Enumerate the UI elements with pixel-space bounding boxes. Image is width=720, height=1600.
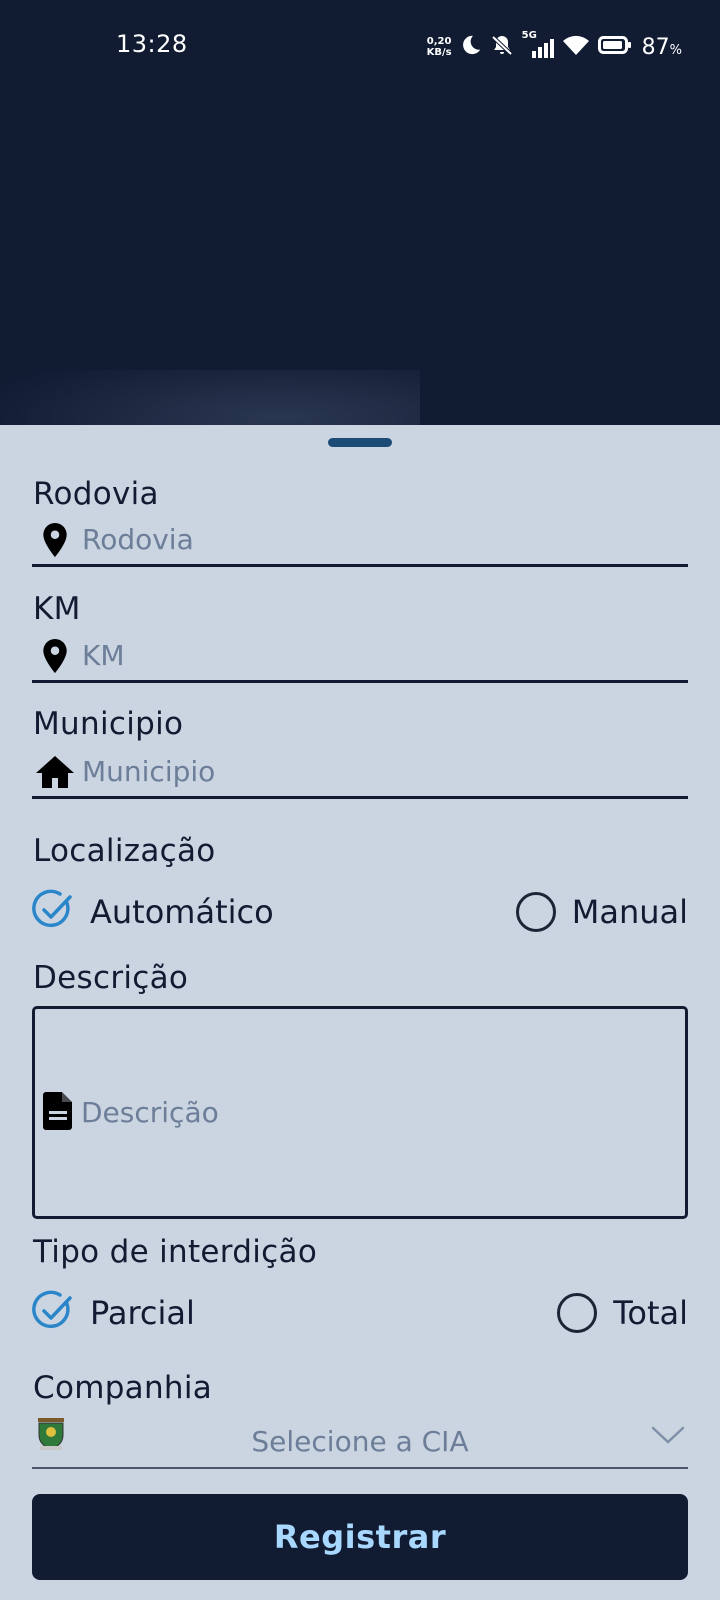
descricao-field bbox=[32, 1006, 688, 1219]
localizacao-label: Localização bbox=[33, 833, 216, 869]
background-decoration bbox=[0, 370, 420, 425]
signal-icon: 5G bbox=[522, 30, 554, 58]
network-type: 5G bbox=[521, 30, 537, 41]
check-circle-icon bbox=[32, 1290, 74, 1336]
rodovia-input[interactable] bbox=[82, 517, 662, 562]
localizacao-options: Automático Manual bbox=[32, 888, 688, 936]
battery-icon bbox=[597, 35, 632, 59]
home-icon bbox=[34, 754, 76, 790]
check-circle-icon bbox=[32, 889, 74, 935]
battery-level: 87% bbox=[642, 35, 682, 60]
battery-unit: % bbox=[669, 42, 682, 58]
drag-handle[interactable] bbox=[328, 438, 392, 447]
municipio-label: Municipio bbox=[33, 706, 184, 742]
companhia-label: Companhia bbox=[33, 1370, 213, 1406]
rodovia-label: Rodovia bbox=[33, 476, 159, 512]
network-speed-unit: KB/s bbox=[426, 47, 452, 58]
municipio-field bbox=[32, 747, 688, 799]
radio-label: Manual bbox=[571, 893, 688, 931]
register-button[interactable]: Registrar bbox=[32, 1494, 688, 1580]
location-pin-icon bbox=[34, 522, 76, 558]
radio-circle-icon bbox=[515, 892, 556, 932]
localizacao-option-automatico[interactable]: Automático bbox=[32, 888, 274, 936]
status-time: 13:28 bbox=[116, 30, 188, 58]
radio-label: Parcial bbox=[90, 1294, 195, 1332]
tipo-interdicao-option-parcial[interactable]: Parcial bbox=[32, 1289, 195, 1337]
localizacao-option-manual[interactable]: Manual bbox=[515, 888, 688, 936]
chevron-down-icon bbox=[650, 1423, 686, 1451]
tipo-interdicao-label: Tipo de interdição bbox=[33, 1234, 318, 1270]
bell-off-icon bbox=[490, 33, 514, 61]
tipo-interdicao-options: Parcial Total bbox=[32, 1289, 688, 1337]
location-pin-icon bbox=[34, 638, 76, 674]
companhia-select[interactable]: Selecione a CIA bbox=[32, 1418, 688, 1469]
network-speed: 0,20 KB/s bbox=[427, 36, 452, 58]
wifi-icon bbox=[562, 33, 590, 61]
rodovia-field bbox=[32, 515, 688, 567]
network-speed-value: 0,20 bbox=[426, 36, 452, 47]
descricao-label: Descrição bbox=[33, 960, 189, 996]
bottom-sheet: Rodovia KM Municipio Localização Automát… bbox=[0, 425, 720, 1600]
moon-icon bbox=[460, 34, 482, 60]
radio-label: Total bbox=[613, 1294, 688, 1332]
municipio-input[interactable] bbox=[82, 749, 662, 794]
status-bar: 13:28 0,20 KB/s 5G 87% bbox=[0, 0, 720, 96]
km-input[interactable] bbox=[82, 633, 662, 678]
km-label: KM bbox=[33, 591, 81, 627]
descricao-input[interactable] bbox=[81, 1092, 661, 1133]
status-icons: 0,20 KB/s 5G 87% bbox=[427, 30, 682, 62]
tipo-interdicao-option-total[interactable]: Total bbox=[557, 1289, 688, 1337]
companhia-placeholder: Selecione a CIA bbox=[251, 1425, 469, 1458]
radio-label: Automático bbox=[90, 893, 274, 931]
radio-circle-icon bbox=[557, 1293, 598, 1333]
document-icon bbox=[43, 1091, 73, 1134]
km-field bbox=[32, 631, 688, 683]
battery-percent: 87 bbox=[641, 34, 670, 60]
